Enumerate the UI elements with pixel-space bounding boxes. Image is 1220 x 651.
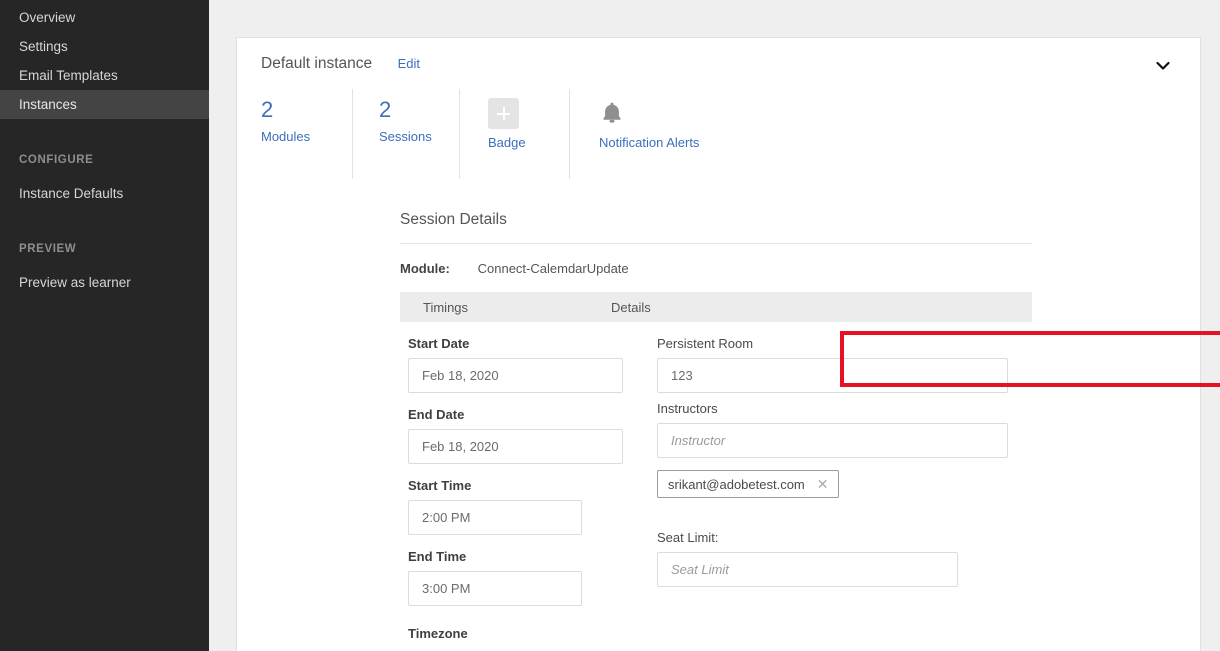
notification-alerts-label[interactable]: Notification Alerts	[599, 135, 699, 151]
timings-column: Start Date Feb 18, 2020 End Date Feb 18,…	[408, 336, 638, 651]
tab-details[interactable]: Details	[611, 300, 651, 315]
persistent-room-label: Persistent Room	[657, 336, 754, 351]
seat-limit-input[interactable]: Seat Limit	[657, 552, 958, 587]
sidebar-item-instances[interactable]: Instances	[0, 90, 209, 119]
plus-icon[interactable]	[488, 98, 519, 129]
instructor-input[interactable]: Instructor	[657, 423, 1008, 458]
instance-card: Default instance Edit 2 Modules 2 Sessio…	[236, 37, 1201, 651]
end-date-label: End Date	[408, 407, 465, 422]
seat-limit-group: Seat Limit: Seat Limit	[657, 530, 1027, 587]
badge-label[interactable]: Badge	[488, 135, 526, 151]
main-content: Default instance Edit 2 Modules 2 Sessio…	[209, 0, 1220, 651]
session-details-section: Session Details Module: Connect-Calemdar…	[237, 211, 1200, 641]
instructor-chip: srikant@adobetest.com ✕	[657, 470, 839, 498]
edit-instance-link[interactable]: Edit	[398, 56, 420, 71]
sidebar: Overview Settings Email Templates Instan…	[0, 0, 209, 651]
session-tabs: Timings Details	[400, 292, 1032, 322]
stat-badge[interactable]: Badge	[459, 89, 569, 179]
sidebar-item-label: Settings	[19, 39, 68, 54]
sidebar-item-label: Instances	[19, 97, 77, 112]
start-date-label: Start Date	[408, 336, 470, 351]
end-time-input[interactable]: 3:00 PM	[408, 571, 582, 606]
instance-title: Default instance	[261, 55, 373, 72]
stat-notification-alerts[interactable]: Notification Alerts	[569, 89, 709, 179]
module-label: Module:	[400, 261, 450, 276]
chevron-down-icon[interactable]	[1153, 56, 1173, 76]
sidebar-section-preview: PREVIEW	[19, 243, 77, 255]
stat-modules[interactable]: 2 Modules	[261, 89, 352, 179]
modules-label[interactable]: Modules	[261, 129, 310, 145]
details-column: Persistent Room 123 Instructors Instruct…	[657, 336, 1027, 587]
module-row: Module: Connect-CalemdarUpdate	[400, 261, 1032, 276]
app-root: Overview Settings Email Templates Instan…	[0, 0, 1220, 651]
sidebar-item-label: Email Templates	[19, 68, 118, 83]
instance-card-header: Default instance Edit	[237, 38, 1200, 84]
end-date-input[interactable]: Feb 18, 2020	[408, 429, 623, 464]
sidebar-item-email-templates[interactable]: Email Templates	[0, 61, 209, 90]
instructor-chip-label: srikant@adobetest.com	[668, 476, 805, 492]
bell-icon	[599, 97, 625, 129]
sidebar-item-label: Overview	[19, 10, 76, 25]
sidebar-item-preview-as-learner[interactable]: Preview as learner	[0, 268, 209, 297]
close-icon[interactable]: ✕	[817, 477, 829, 491]
session-details-title: Session Details	[400, 211, 1032, 244]
sidebar-section-configure: CONFIGURE	[19, 154, 94, 166]
instance-stats: 2 Modules 2 Sessions Badge Notification …	[237, 89, 1200, 179]
sidebar-item-label: Instance Defaults	[19, 186, 124, 201]
sidebar-item-instance-defaults[interactable]: Instance Defaults	[0, 179, 209, 208]
start-time-label: Start Time	[408, 478, 472, 493]
sidebar-item-overview[interactable]: Overview	[0, 3, 209, 32]
instructors-label: Instructors	[657, 401, 718, 416]
persistent-room-input[interactable]: 123	[657, 358, 1008, 393]
module-value: Connect-CalemdarUpdate	[477, 261, 629, 276]
start-time-input[interactable]: 2:00 PM	[408, 500, 582, 535]
seat-limit-label: Seat Limit:	[657, 530, 719, 545]
tab-timings[interactable]: Timings	[400, 300, 611, 315]
sidebar-item-label: Preview as learner	[19, 275, 131, 290]
sessions-label[interactable]: Sessions	[379, 129, 432, 145]
timezone-label: Timezone	[408, 626, 468, 641]
end-time-label: End Time	[408, 549, 467, 564]
sessions-count: 2	[379, 97, 392, 122]
session-form: Start Date Feb 18, 2020 End Date Feb 18,…	[400, 336, 1040, 641]
stat-sessions[interactable]: 2 Sessions	[352, 89, 459, 179]
sidebar-item-settings[interactable]: Settings	[0, 32, 209, 61]
start-date-input[interactable]: Feb 18, 2020	[408, 358, 623, 393]
modules-count: 2	[261, 97, 274, 122]
